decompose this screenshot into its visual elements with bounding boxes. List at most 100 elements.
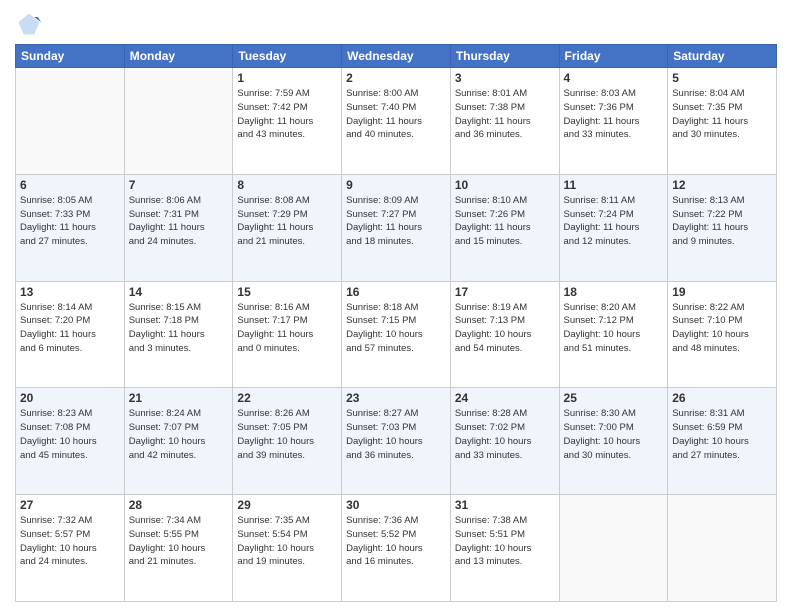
calendar-cell: 8 Sunrise: 8:08 AM Sunset: 7:29 PM Daylig… bbox=[233, 174, 342, 281]
week-row-4: 20 Sunrise: 8:23 AM Sunset: 7:08 PM Dayli… bbox=[16, 388, 777, 495]
day-number: 13 bbox=[20, 285, 120, 299]
logo bbox=[15, 10, 47, 38]
day-number: 3 bbox=[455, 71, 555, 85]
calendar-cell: 9 Sunrise: 8:09 AM Sunset: 7:27 PM Daylig… bbox=[342, 174, 451, 281]
week-row-3: 13 Sunrise: 8:14 AM Sunset: 7:20 PM Dayli… bbox=[16, 281, 777, 388]
day-number: 6 bbox=[20, 178, 120, 192]
day-number: 27 bbox=[20, 498, 120, 512]
calendar-cell: 30 Sunrise: 7:36 AM Sunset: 5:52 PM Dayli… bbox=[342, 495, 451, 602]
day-number: 5 bbox=[672, 71, 772, 85]
calendar-cell: 10 Sunrise: 8:10 AM Sunset: 7:26 PM Dayli… bbox=[450, 174, 559, 281]
day-number: 9 bbox=[346, 178, 446, 192]
cell-info: Sunrise: 8:26 AM Sunset: 7:05 PM Dayligh… bbox=[237, 407, 337, 462]
weekday-header-row: SundayMondayTuesdayWednesdayThursdayFrid… bbox=[16, 45, 777, 68]
cell-info: Sunrise: 8:10 AM Sunset: 7:26 PM Dayligh… bbox=[455, 194, 555, 249]
calendar-cell: 6 Sunrise: 8:05 AM Sunset: 7:33 PM Daylig… bbox=[16, 174, 125, 281]
day-number: 29 bbox=[237, 498, 337, 512]
cell-info: Sunrise: 8:28 AM Sunset: 7:02 PM Dayligh… bbox=[455, 407, 555, 462]
day-number: 10 bbox=[455, 178, 555, 192]
day-number: 19 bbox=[672, 285, 772, 299]
cell-info: Sunrise: 8:15 AM Sunset: 7:18 PM Dayligh… bbox=[129, 301, 229, 356]
cell-info: Sunrise: 8:05 AM Sunset: 7:33 PM Dayligh… bbox=[20, 194, 120, 249]
calendar-cell: 13 Sunrise: 8:14 AM Sunset: 7:20 PM Dayli… bbox=[16, 281, 125, 388]
day-number: 11 bbox=[564, 178, 664, 192]
day-number: 25 bbox=[564, 391, 664, 405]
weekday-header-monday: Monday bbox=[124, 45, 233, 68]
cell-info: Sunrise: 7:32 AM Sunset: 5:57 PM Dayligh… bbox=[20, 514, 120, 569]
calendar-cell: 28Sunrise: 7:34 AM Sunset: 5:55 PM Dayli… bbox=[124, 495, 233, 602]
day-number: 4 bbox=[564, 71, 664, 85]
calendar-cell: 24 Sunrise: 8:28 AM Sunset: 7:02 PM Dayli… bbox=[450, 388, 559, 495]
cell-info: Sunrise: 8:20 AM Sunset: 7:12 PM Dayligh… bbox=[564, 301, 664, 356]
day-number: 17 bbox=[455, 285, 555, 299]
day-number: 30 bbox=[346, 498, 446, 512]
cell-info: Sunrise: 8:24 AM Sunset: 7:07 PM Dayligh… bbox=[129, 407, 229, 462]
day-number: 21 bbox=[129, 391, 229, 405]
week-row-5: 27 Sunrise: 7:32 AM Sunset: 5:57 PM Dayli… bbox=[16, 495, 777, 602]
calendar-cell: 1Sunrise: 7:59 AM Sunset: 7:42 PM Daylig… bbox=[233, 68, 342, 175]
cell-info: Sunrise: 8:14 AM Sunset: 7:20 PM Dayligh… bbox=[20, 301, 120, 356]
week-row-1: 1Sunrise: 7:59 AM Sunset: 7:42 PM Daylig… bbox=[16, 68, 777, 175]
calendar-cell: 21 Sunrise: 8:24 AM Sunset: 7:07 PM Dayli… bbox=[124, 388, 233, 495]
cell-info: Sunrise: 8:23 AM Sunset: 7:08 PM Dayligh… bbox=[20, 407, 120, 462]
calendar-cell: 26Sunrise: 8:31 AM Sunset: 6:59 PM Dayli… bbox=[668, 388, 777, 495]
header bbox=[15, 10, 777, 38]
calendar-cell bbox=[16, 68, 125, 175]
calendar-table: SundayMondayTuesdayWednesdayThursdayFrid… bbox=[15, 44, 777, 602]
cell-info: Sunrise: 8:00 AM Sunset: 7:40 PM Dayligh… bbox=[346, 87, 446, 142]
day-number: 31 bbox=[455, 498, 555, 512]
calendar-cell: 19 Sunrise: 8:22 AM Sunset: 7:10 PM Dayli… bbox=[668, 281, 777, 388]
cell-info: Sunrise: 7:36 AM Sunset: 5:52 PM Dayligh… bbox=[346, 514, 446, 569]
calendar-cell: 12Sunrise: 8:13 AM Sunset: 7:22 PM Dayli… bbox=[668, 174, 777, 281]
weekday-header-friday: Friday bbox=[559, 45, 668, 68]
calendar-cell: 18 Sunrise: 8:20 AM Sunset: 7:12 PM Dayli… bbox=[559, 281, 668, 388]
day-number: 20 bbox=[20, 391, 120, 405]
day-number: 16 bbox=[346, 285, 446, 299]
cell-info: Sunrise: 7:38 AM Sunset: 5:51 PM Dayligh… bbox=[455, 514, 555, 569]
day-number: 7 bbox=[129, 178, 229, 192]
calendar-cell bbox=[559, 495, 668, 602]
calendar-cell: 29 Sunrise: 7:35 AM Sunset: 5:54 PM Dayli… bbox=[233, 495, 342, 602]
cell-info: Sunrise: 8:27 AM Sunset: 7:03 PM Dayligh… bbox=[346, 407, 446, 462]
cell-info: Sunrise: 8:16 AM Sunset: 7:17 PM Dayligh… bbox=[237, 301, 337, 356]
calendar-cell: 22 Sunrise: 8:26 AM Sunset: 7:05 PM Dayli… bbox=[233, 388, 342, 495]
cell-info: Sunrise: 7:59 AM Sunset: 7:42 PM Dayligh… bbox=[237, 87, 337, 142]
cell-info: Sunrise: 8:30 AM Sunset: 7:00 PM Dayligh… bbox=[564, 407, 664, 462]
calendar-cell: 17 Sunrise: 8:19 AM Sunset: 7:13 PM Dayli… bbox=[450, 281, 559, 388]
logo-icon bbox=[15, 10, 43, 38]
calendar-cell: 4 Sunrise: 8:03 AM Sunset: 7:36 PM Daylig… bbox=[559, 68, 668, 175]
calendar-cell: 11Sunrise: 8:11 AM Sunset: 7:24 PM Dayli… bbox=[559, 174, 668, 281]
weekday-header-wednesday: Wednesday bbox=[342, 45, 451, 68]
weekday-header-saturday: Saturday bbox=[668, 45, 777, 68]
cell-info: Sunrise: 8:04 AM Sunset: 7:35 PM Dayligh… bbox=[672, 87, 772, 142]
calendar-cell: 27 Sunrise: 7:32 AM Sunset: 5:57 PM Dayli… bbox=[16, 495, 125, 602]
day-number: 22 bbox=[237, 391, 337, 405]
cell-info: Sunrise: 8:19 AM Sunset: 7:13 PM Dayligh… bbox=[455, 301, 555, 356]
calendar-cell: 31 Sunrise: 7:38 AM Sunset: 5:51 PM Dayli… bbox=[450, 495, 559, 602]
cell-info: Sunrise: 8:03 AM Sunset: 7:36 PM Dayligh… bbox=[564, 87, 664, 142]
cell-info: Sunrise: 8:22 AM Sunset: 7:10 PM Dayligh… bbox=[672, 301, 772, 356]
day-number: 24 bbox=[455, 391, 555, 405]
weekday-header-tuesday: Tuesday bbox=[233, 45, 342, 68]
calendar-cell: 14 Sunrise: 8:15 AM Sunset: 7:18 PM Dayli… bbox=[124, 281, 233, 388]
cell-info: Sunrise: 8:09 AM Sunset: 7:27 PM Dayligh… bbox=[346, 194, 446, 249]
day-number: 14 bbox=[129, 285, 229, 299]
page: SundayMondayTuesdayWednesdayThursdayFrid… bbox=[0, 0, 792, 612]
day-number: 2 bbox=[346, 71, 446, 85]
weekday-header-sunday: Sunday bbox=[16, 45, 125, 68]
calendar-cell: 3Sunrise: 8:01 AM Sunset: 7:38 PM Daylig… bbox=[450, 68, 559, 175]
calendar-cell bbox=[668, 495, 777, 602]
day-number: 18 bbox=[564, 285, 664, 299]
day-number: 26 bbox=[672, 391, 772, 405]
cell-info: Sunrise: 8:08 AM Sunset: 7:29 PM Dayligh… bbox=[237, 194, 337, 249]
calendar-cell: 15 Sunrise: 8:16 AM Sunset: 7:17 PM Dayli… bbox=[233, 281, 342, 388]
day-number: 8 bbox=[237, 178, 337, 192]
cell-info: Sunrise: 7:35 AM Sunset: 5:54 PM Dayligh… bbox=[237, 514, 337, 569]
weekday-header-thursday: Thursday bbox=[450, 45, 559, 68]
calendar-cell: 25 Sunrise: 8:30 AM Sunset: 7:00 PM Dayli… bbox=[559, 388, 668, 495]
week-row-2: 6 Sunrise: 8:05 AM Sunset: 7:33 PM Daylig… bbox=[16, 174, 777, 281]
day-number: 12 bbox=[672, 178, 772, 192]
calendar-cell: 5 Sunrise: 8:04 AM Sunset: 7:35 PM Daylig… bbox=[668, 68, 777, 175]
calendar-cell: 2 Sunrise: 8:00 AM Sunset: 7:40 PM Daylig… bbox=[342, 68, 451, 175]
day-number: 15 bbox=[237, 285, 337, 299]
